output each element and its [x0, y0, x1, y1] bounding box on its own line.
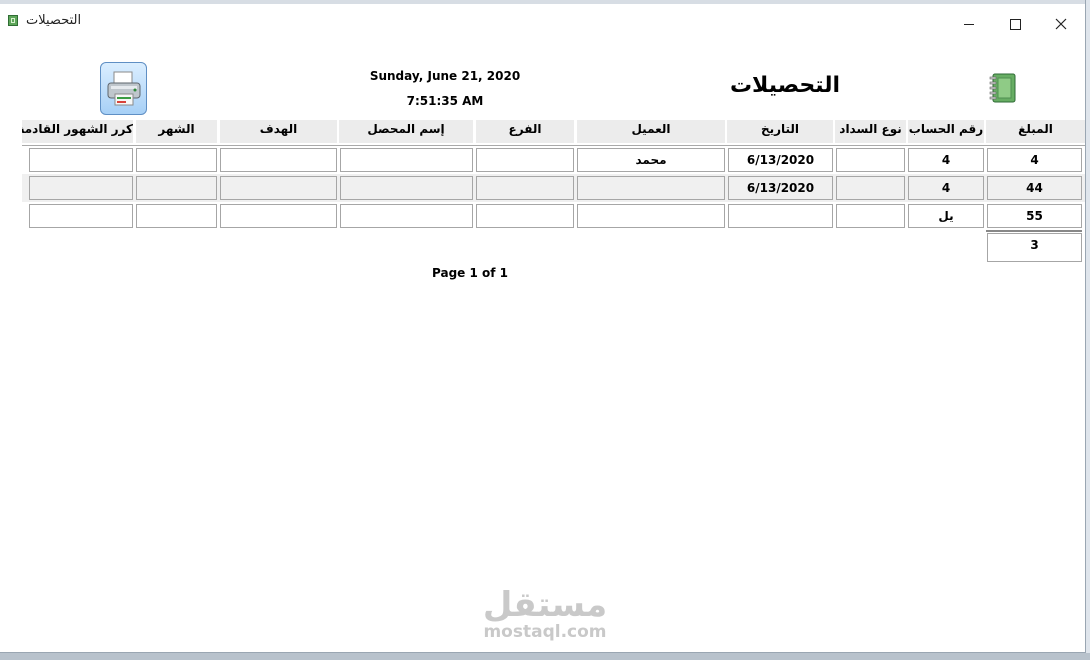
- cell-collector[interactable]: [340, 176, 473, 200]
- close-button[interactable]: [1038, 10, 1084, 38]
- cell-pay-type[interactable]: [836, 176, 905, 200]
- record-count: 3: [987, 233, 1082, 262]
- cell-pay-type[interactable]: [836, 204, 905, 228]
- cell-branch[interactable]: [476, 148, 574, 172]
- notebook-icon: [8, 15, 18, 26]
- report-date: Sunday, June 21, 2020: [369, 69, 521, 83]
- maximize-button[interactable]: [992, 10, 1038, 38]
- col-header-account: رقم الحساب: [908, 120, 984, 143]
- cell-month[interactable]: [136, 204, 217, 228]
- total-separator: [986, 230, 1082, 232]
- col-header-repeat: كرر الشهور القادمة: [22, 120, 133, 143]
- cell-amount[interactable]: 55: [987, 204, 1082, 228]
- cell-collector[interactable]: [340, 204, 473, 228]
- cell-account[interactable]: 4: [908, 148, 984, 172]
- cell-month[interactable]: [136, 176, 217, 200]
- window-right-edge: [1086, 36, 1090, 656]
- cell-branch[interactable]: [476, 176, 574, 200]
- header-separator: [22, 145, 1085, 146]
- col-header-date: التاريخ: [727, 120, 833, 143]
- cell-date[interactable]: 6/13/2020: [728, 148, 833, 172]
- col-header-pay-type: نوع السداد: [835, 120, 906, 143]
- minimize-button[interactable]: [946, 10, 992, 38]
- cell-date[interactable]: 6/13/2020: [728, 176, 833, 200]
- cell-client[interactable]: محمد: [577, 148, 725, 172]
- window-bottom-edge: [0, 653, 1090, 660]
- col-header-branch: الفرع: [476, 120, 574, 143]
- cell-account[interactable]: يل: [908, 204, 984, 228]
- cell-target[interactable]: [220, 148, 337, 172]
- report-window: التحصيلات Sunday, June 21, 2020 7:51:35 …: [0, 0, 1086, 653]
- notebook-icon: [989, 73, 1016, 103]
- col-header-month: الشهر: [136, 120, 217, 143]
- page-number: Page 1 of 1: [432, 266, 508, 280]
- col-header-collector: إسم المحصل: [339, 120, 473, 143]
- cell-collector[interactable]: [340, 148, 473, 172]
- col-header-client: العميل: [577, 120, 725, 143]
- cell-target[interactable]: [220, 176, 337, 200]
- cell-month[interactable]: [136, 148, 217, 172]
- col-header-amount: المبلغ: [986, 120, 1085, 143]
- watermark-latin: mostaql.com: [483, 622, 607, 642]
- cell-repeat[interactable]: [29, 176, 133, 200]
- cell-target[interactable]: [220, 204, 337, 228]
- col-header-target: الهدف: [220, 120, 337, 143]
- title-bar[interactable]: التحصيلات: [0, 4, 1085, 38]
- cell-client[interactable]: [577, 204, 725, 228]
- cell-repeat[interactable]: [29, 204, 133, 228]
- print-button[interactable]: [100, 62, 147, 115]
- cell-branch[interactable]: [476, 204, 574, 228]
- cell-pay-type[interactable]: [836, 148, 905, 172]
- report-time: 7:51:35 AM: [406, 94, 484, 108]
- cell-repeat[interactable]: [29, 148, 133, 172]
- printer-icon: [107, 71, 141, 106]
- close-icon: [1055, 18, 1067, 30]
- watermark-arabic: مستقل: [482, 585, 608, 625]
- cell-amount[interactable]: 44: [987, 176, 1082, 200]
- report-title: التحصيلات: [729, 73, 841, 98]
- cell-client[interactable]: [577, 176, 725, 200]
- cell-account[interactable]: 4: [908, 176, 984, 200]
- cell-date[interactable]: [728, 204, 833, 228]
- window-title: التحصيلات: [26, 13, 82, 28]
- cell-amount[interactable]: 4: [987, 148, 1082, 172]
- watermark: مستقل mostaql.com: [470, 588, 620, 642]
